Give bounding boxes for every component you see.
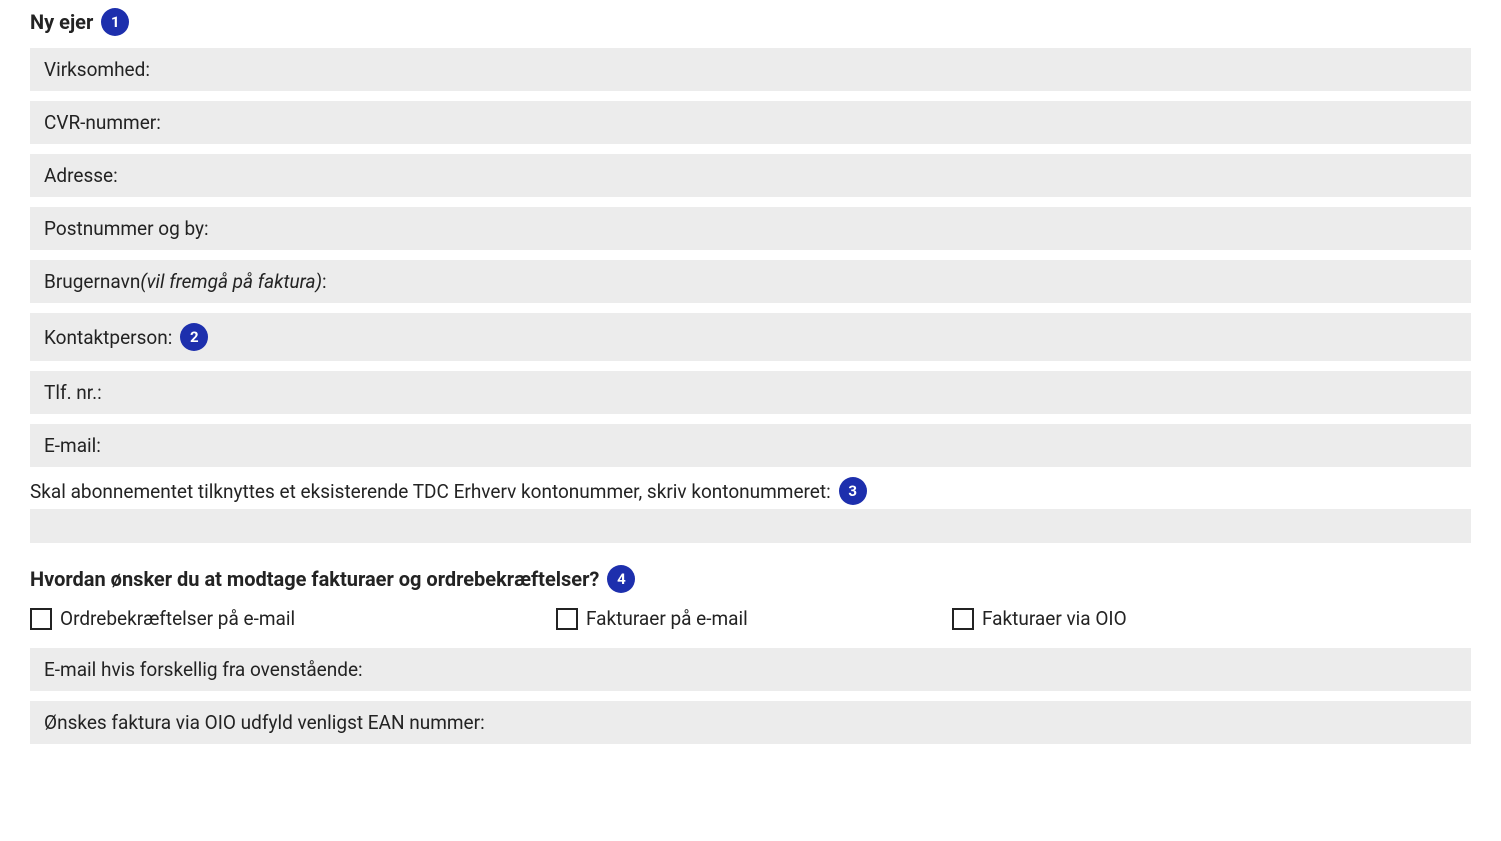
brugernavn-hint: (vil fremgå på faktura) — [140, 270, 322, 293]
email-diff-label: E-mail hvis forskellig fra ovenstående: — [44, 658, 363, 681]
brugernavn-label: Brugernavn — [44, 270, 140, 293]
checkbox-icon[interactable] — [30, 608, 52, 630]
email-label: E-mail: — [44, 434, 101, 457]
adresse-label: Adresse: — [44, 164, 118, 187]
kontaktperson-field[interactable]: Kontaktperson: 2 — [30, 313, 1471, 361]
section-heading-ny-ejer: Ny ejer 1 — [30, 8, 1471, 36]
badge-3-icon: 3 — [839, 477, 867, 505]
konto-label-row: Skal abonnementet tilknyttes et eksister… — [30, 477, 1471, 505]
checkbox-icon[interactable] — [952, 608, 974, 630]
cvr-field[interactable]: CVR-nummer: — [30, 101, 1471, 144]
virksomhed-field[interactable]: Virksomhed: — [30, 48, 1471, 91]
tlf-label: Tlf. nr.: — [44, 381, 102, 404]
email-diff-field[interactable]: E-mail hvis forskellig fra ovenstående: — [30, 648, 1471, 691]
checkbox-faktura-oio[interactable]: Fakturaer via OIO — [952, 607, 1471, 630]
adresse-field[interactable]: Adresse: — [30, 154, 1471, 197]
checkbox-ordre-email[interactable]: Ordrebekræftelser på e-mail — [30, 607, 540, 630]
checkbox-faktura-email-label: Fakturaer på e-mail — [586, 607, 748, 630]
postnummer-label: Postnummer og by: — [44, 217, 209, 240]
postnummer-field[interactable]: Postnummer og by: — [30, 207, 1471, 250]
brugernavn-colon: : — [322, 270, 327, 293]
section-heading-faktura: Hvordan ønsker du at modtage fakturaer o… — [30, 565, 1471, 593]
badge-2-icon: 2 — [180, 323, 208, 351]
email-field[interactable]: E-mail: — [30, 424, 1471, 467]
badge-1-icon: 1 — [101, 8, 129, 36]
checkbox-ordre-email-label: Ordrebekræftelser på e-mail — [60, 607, 295, 630]
konto-label: Skal abonnementet tilknyttes et eksister… — [30, 480, 831, 503]
virksomhed-label: Virksomhed: — [44, 58, 150, 81]
section-title: Ny ejer — [30, 10, 93, 34]
section2-title: Hvordan ønsker du at modtage fakturaer o… — [30, 567, 599, 591]
checkbox-faktura-email[interactable]: Fakturaer på e-mail — [556, 607, 936, 630]
ean-field[interactable]: Ønskes faktura via OIO udfyld venligst E… — [30, 701, 1471, 744]
checkbox-row: Ordrebekræftelser på e-mail Fakturaer på… — [30, 607, 1471, 630]
tlf-field[interactable]: Tlf. nr.: — [30, 371, 1471, 414]
ean-label: Ønskes faktura via OIO udfyld venligst E… — [44, 711, 485, 734]
konto-input[interactable] — [30, 509, 1471, 543]
kontaktperson-label: Kontaktperson: — [44, 326, 172, 349]
checkbox-faktura-oio-label: Fakturaer via OIO — [982, 607, 1127, 630]
badge-4-icon: 4 — [607, 565, 635, 593]
checkbox-icon[interactable] — [556, 608, 578, 630]
cvr-label: CVR-nummer: — [44, 111, 161, 134]
brugernavn-field[interactable]: Brugernavn (vil fremgå på faktura): — [30, 260, 1471, 303]
